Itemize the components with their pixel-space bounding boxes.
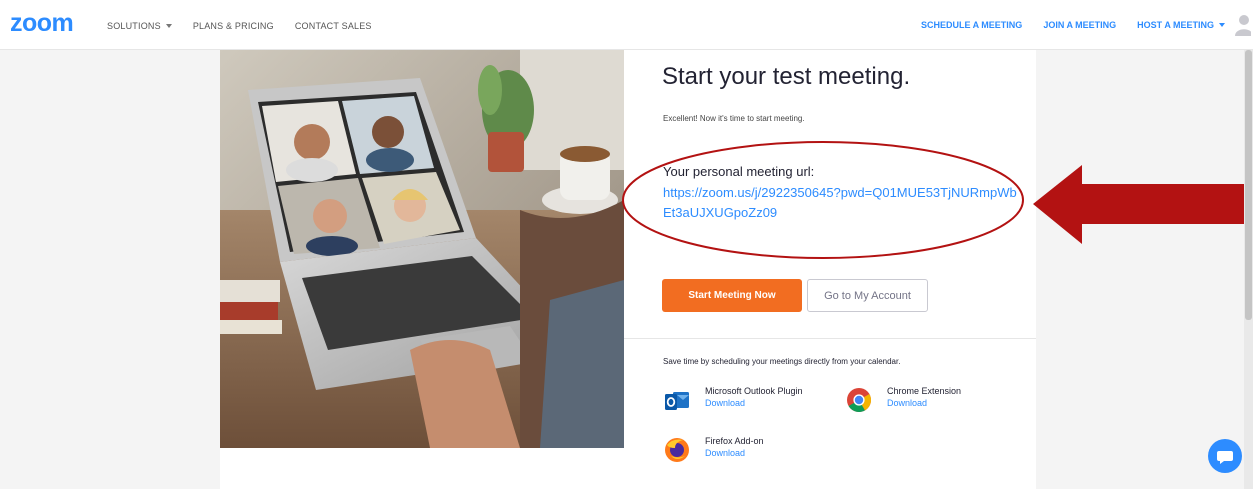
start-meeting-button[interactable]: Start Meeting Now xyxy=(662,279,802,312)
hero-laptop-image xyxy=(220,50,624,448)
nav-left-menu: SOLUTIONS PLANS & PRICING CONTACT SALES xyxy=(107,21,393,31)
outlook-icon xyxy=(665,392,689,410)
meeting-url-label: Your personal meeting url: xyxy=(663,164,815,179)
plugin-chrome-download-link[interactable]: Download xyxy=(887,398,961,408)
plugin-firefox: Firefox Add-on Download xyxy=(663,436,764,464)
go-to-account-button[interactable]: Go to My Account xyxy=(807,279,928,312)
page-scrollbar-thumb[interactable] xyxy=(1245,50,1252,320)
annotation-arrow-icon xyxy=(1033,165,1250,244)
plugin-outlook: Microsoft Outlook Plugin Download xyxy=(663,386,803,414)
chrome-icon xyxy=(847,388,872,413)
plugin-firefox-name: Firefox Add-on xyxy=(705,436,764,446)
calendar-plugins-heading: Save time by scheduling your meetings di… xyxy=(663,357,901,366)
top-navigation: zoom SOLUTIONS PLANS & PRICING CONTACT S… xyxy=(0,0,1253,50)
plugin-firefox-download-link[interactable]: Download xyxy=(705,448,764,458)
section-divider xyxy=(624,338,1036,339)
chat-bubble-icon xyxy=(1217,451,1233,464)
nav-plans-pricing[interactable]: PLANS & PRICING xyxy=(193,21,274,31)
nav-right-menu: SCHEDULE A MEETING JOIN A MEETING HOST A… xyxy=(900,20,1225,30)
chevron-down-icon xyxy=(1219,23,1225,27)
plugin-chrome-name: Chrome Extension xyxy=(887,386,962,396)
nav-host-meeting[interactable]: HOST A MEETING xyxy=(1137,20,1225,30)
plugin-outlook-download-link[interactable]: Download xyxy=(705,398,803,408)
content-panel-lower xyxy=(220,448,624,489)
page-subtitle: Excellent! Now it's time to start meetin… xyxy=(663,114,805,123)
nav-schedule-meeting[interactable]: SCHEDULE A MEETING xyxy=(921,20,1022,30)
page-title: Start your test meeting. xyxy=(662,63,911,90)
chat-support-button[interactable] xyxy=(1208,439,1242,473)
user-avatar-icon[interactable] xyxy=(1233,14,1251,36)
nav-contact-sales[interactable]: CONTACT SALES xyxy=(295,21,372,31)
nav-host-meeting-label: HOST A MEETING xyxy=(1137,20,1214,30)
zoom-logo[interactable]: zoom xyxy=(10,10,90,36)
plugin-outlook-name: Microsoft Outlook Plugin xyxy=(705,386,803,396)
meeting-url-link[interactable]: https://zoom.us/j/2922350645?pwd=Q01MUE5… xyxy=(663,183,1023,223)
nav-solutions[interactable]: SOLUTIONS xyxy=(107,21,172,31)
svg-text:zoom: zoom xyxy=(10,10,73,36)
nav-join-meeting[interactable]: JOIN A MEETING xyxy=(1043,20,1116,30)
firefox-icon xyxy=(665,438,689,462)
nav-solutions-label: SOLUTIONS xyxy=(107,21,161,31)
test-meeting-card: Start your test meeting. Excellent! Now … xyxy=(624,50,1036,489)
chevron-down-icon xyxy=(165,24,172,28)
plugin-chrome: Chrome Extension Download xyxy=(845,386,961,414)
